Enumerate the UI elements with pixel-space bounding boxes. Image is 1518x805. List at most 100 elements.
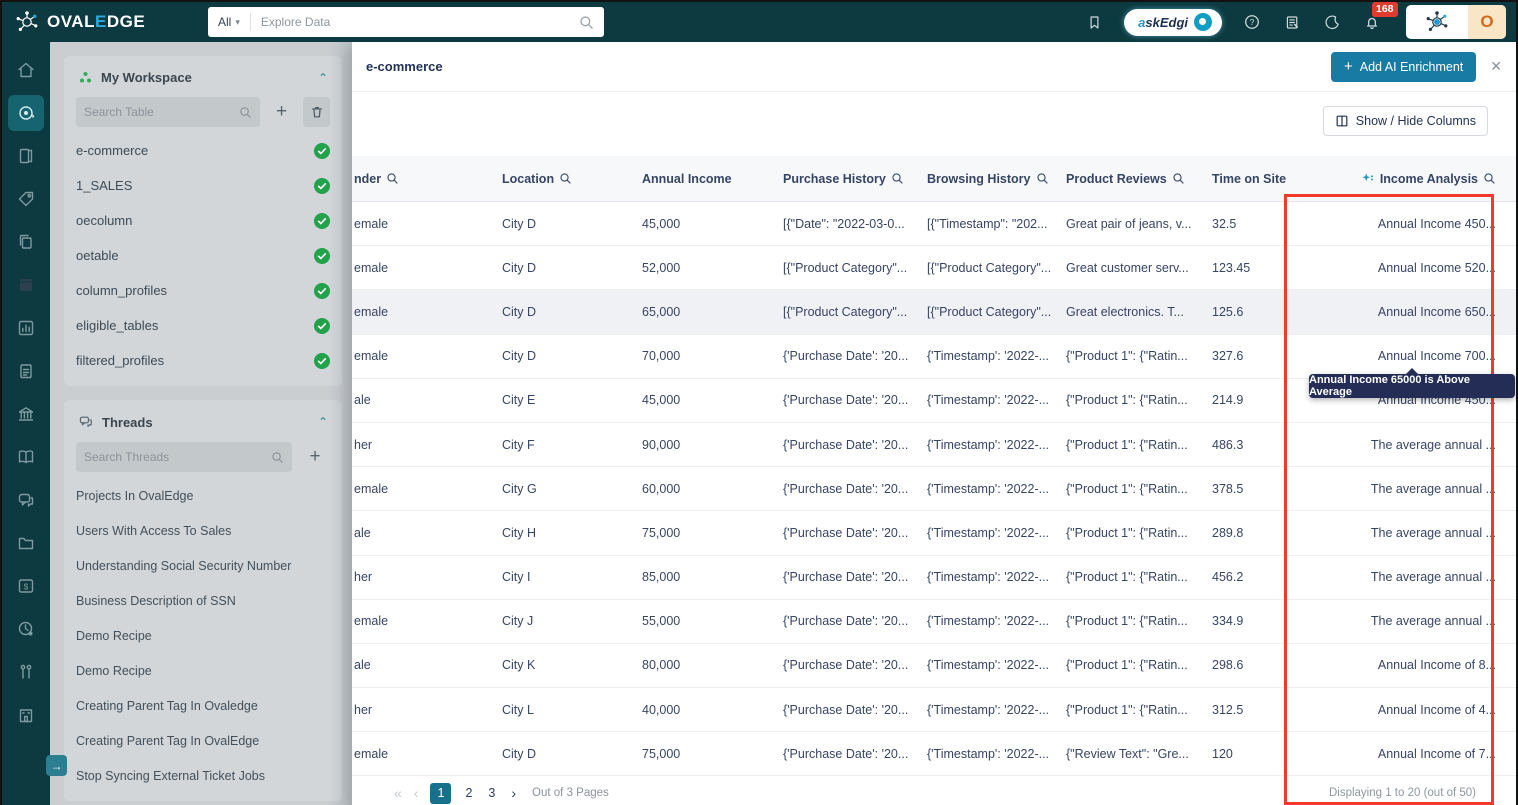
add-table-button[interactable]: + bbox=[268, 97, 295, 127]
cell-gender: emale bbox=[352, 614, 482, 628]
search-icon[interactable] bbox=[1036, 172, 1049, 185]
column-header-reviews[interactable]: Product Reviews bbox=[1057, 172, 1200, 186]
next-page-button[interactable]: › bbox=[511, 785, 516, 801]
table-row[interactable]: emaleCity D45,000[{"Date": "2022-03-0...… bbox=[352, 202, 1516, 246]
chat-icon[interactable] bbox=[8, 482, 44, 518]
sidebar-expand-button[interactable]: → bbox=[46, 755, 67, 776]
open-book-icon[interactable] bbox=[8, 439, 44, 475]
book-icon[interactable] bbox=[8, 138, 44, 174]
close-icon[interactable]: ✕ bbox=[1490, 58, 1502, 75]
brand-logo[interactable]: OVALEDGE bbox=[2, 9, 192, 35]
workspace-table-item[interactable]: 1_SALES bbox=[76, 168, 330, 203]
thread-item[interactable]: Business Description of SSN bbox=[76, 583, 330, 618]
ovaledge-logo-icon bbox=[14, 9, 40, 35]
column-header-income[interactable]: Annual Income bbox=[622, 172, 767, 186]
workspace-table-item[interactable]: oetable bbox=[76, 238, 330, 273]
thread-item[interactable]: Creating Parent Tag In Ovaledge bbox=[76, 688, 330, 723]
building-icon[interactable] bbox=[8, 697, 44, 733]
table-row[interactable]: emaleCity D65,000[{"Product Category"...… bbox=[352, 290, 1516, 334]
folder-icon[interactable] bbox=[8, 525, 44, 561]
ask-edgi-button[interactable]: askEdgi bbox=[1124, 9, 1222, 36]
workspace-table-item[interactable]: column_profiles bbox=[76, 273, 330, 308]
workspace-table-item[interactable]: eligible_tables bbox=[76, 308, 330, 343]
moon-icon[interactable] bbox=[1322, 12, 1342, 32]
chevron-up-icon[interactable]: ⌃ bbox=[318, 415, 328, 429]
workspace-table-item[interactable]: e-commerce bbox=[76, 133, 330, 168]
home-icon[interactable] bbox=[8, 52, 44, 88]
table-header-row: nderLocationAnnual IncomePurchase Histor… bbox=[352, 156, 1516, 202]
column-header-browsing[interactable]: Browsing History bbox=[917, 172, 1057, 186]
page-number-button[interactable]: 3 bbox=[488, 786, 495, 800]
table-row[interactable]: herCity F90,000{'Purchase Date': '20...{… bbox=[352, 423, 1516, 467]
thread-item[interactable]: Creating Parent Tag In OvalEdge bbox=[76, 723, 330, 758]
help-icon[interactable]: ? bbox=[1242, 12, 1262, 32]
avatar[interactable]: O bbox=[1468, 5, 1506, 39]
cell-location: City L bbox=[482, 703, 622, 717]
search-icon[interactable] bbox=[559, 172, 572, 185]
notebook-icon[interactable] bbox=[8, 267, 44, 303]
table-row[interactable]: emaleCity D52,000[{"Product Category"...… bbox=[352, 246, 1516, 290]
workspace-table-item[interactable]: filtered_profiles bbox=[76, 343, 330, 378]
trash-icon[interactable] bbox=[303, 97, 330, 127]
add-thread-button[interactable]: + bbox=[300, 442, 330, 472]
prev-page-button[interactable]: ‹ bbox=[414, 785, 419, 801]
cell-income: 60,000 bbox=[622, 482, 767, 496]
copy-icon[interactable] bbox=[8, 224, 44, 260]
thread-item[interactable]: Demo Recipe bbox=[76, 618, 330, 653]
first-page-button[interactable]: « bbox=[394, 785, 402, 801]
search-icon[interactable] bbox=[1483, 172, 1496, 185]
column-header-analysis[interactable]: Income Analysis bbox=[1287, 172, 1516, 186]
cell-purchase: [{"Product Category"... bbox=[767, 261, 917, 275]
clipboard-icon[interactable] bbox=[8, 353, 44, 389]
search-scope-dropdown[interactable]: All▾ bbox=[208, 13, 251, 31]
page-number-button[interactable]: 2 bbox=[465, 786, 472, 800]
column-header-time[interactable]: Time on Site bbox=[1200, 172, 1287, 186]
search-icon[interactable] bbox=[1172, 172, 1185, 185]
cell-analysis: Annual Income of 4... bbox=[1287, 703, 1516, 717]
table-row[interactable]: herCity I85,000{'Purchase Date': '20...{… bbox=[352, 556, 1516, 600]
chevron-up-icon[interactable]: ⌃ bbox=[318, 71, 328, 85]
cell-browsing: [{"Timestamp": "202... bbox=[917, 217, 1057, 231]
add-ai-enrichment-button[interactable]: + Add AI Enrichment bbox=[1331, 52, 1476, 82]
release-notes-icon[interactable] bbox=[1282, 12, 1302, 32]
svg-text:?: ? bbox=[1250, 17, 1255, 27]
search-icon[interactable] bbox=[891, 172, 904, 185]
search-icon bbox=[271, 451, 284, 464]
clock-icon[interactable] bbox=[8, 611, 44, 647]
table-row[interactable]: emaleCity G60,000{'Purchase Date': '20..… bbox=[352, 467, 1516, 511]
profile-menu[interactable]: O bbox=[1406, 5, 1506, 39]
table-row[interactable]: emaleCity D70,000{'Purchase Date': '20..… bbox=[352, 335, 1516, 379]
search-icon[interactable] bbox=[386, 172, 399, 185]
page-number-button[interactable]: 1 bbox=[430, 783, 451, 804]
column-header-location[interactable]: Location bbox=[482, 172, 622, 186]
table-row[interactable]: emaleCity J55,000{'Purchase Date': '20..… bbox=[352, 600, 1516, 644]
table-row[interactable]: emaleCity D75,000{'Purchase Date': '20..… bbox=[352, 732, 1516, 776]
cell-location: City F bbox=[482, 438, 622, 452]
table-row[interactable]: aleCity K80,000{'Purchase Date': '20...{… bbox=[352, 644, 1516, 688]
sql-icon[interactable]: $ bbox=[8, 568, 44, 604]
tag-icon[interactable] bbox=[8, 181, 44, 217]
workspace-search-input[interactable] bbox=[84, 105, 239, 119]
threads-search-input[interactable] bbox=[84, 450, 271, 464]
show-hide-columns-button[interactable]: Show / Hide Columns bbox=[1323, 106, 1488, 136]
column-header-purchase[interactable]: Purchase History bbox=[767, 172, 917, 186]
thread-item[interactable]: Stop Syncing External Ticket Jobs bbox=[76, 758, 330, 793]
thread-item[interactable]: Demo Recipe bbox=[76, 653, 330, 688]
column-header-gender[interactable]: nder bbox=[352, 172, 482, 186]
bell-icon[interactable]: 168 bbox=[1362, 12, 1382, 32]
thread-item[interactable]: Understanding Social Security Number bbox=[76, 548, 330, 583]
thread-item[interactable]: Users With Access To Sales bbox=[76, 513, 330, 548]
tools-icon[interactable] bbox=[8, 654, 44, 690]
cell-income: 55,000 bbox=[622, 614, 767, 628]
table-row[interactable]: aleCity H75,000{'Purchase Date': '20...{… bbox=[352, 511, 1516, 555]
bar-chart-icon[interactable] bbox=[8, 310, 44, 346]
cell-gender: ale bbox=[352, 393, 482, 407]
workspace-table-item[interactable]: oecolumn bbox=[76, 203, 330, 238]
bookmark-icon[interactable] bbox=[1084, 12, 1104, 32]
table-row[interactable]: herCity L40,000{'Purchase Date': '20...{… bbox=[352, 688, 1516, 732]
thread-item[interactable]: Projects In OvalEdge bbox=[76, 478, 330, 513]
brand-name: OVALEDGE bbox=[47, 12, 145, 32]
robot-icon[interactable] bbox=[8, 95, 44, 131]
bank-icon[interactable] bbox=[8, 396, 44, 432]
search-input[interactable] bbox=[251, 15, 579, 29]
